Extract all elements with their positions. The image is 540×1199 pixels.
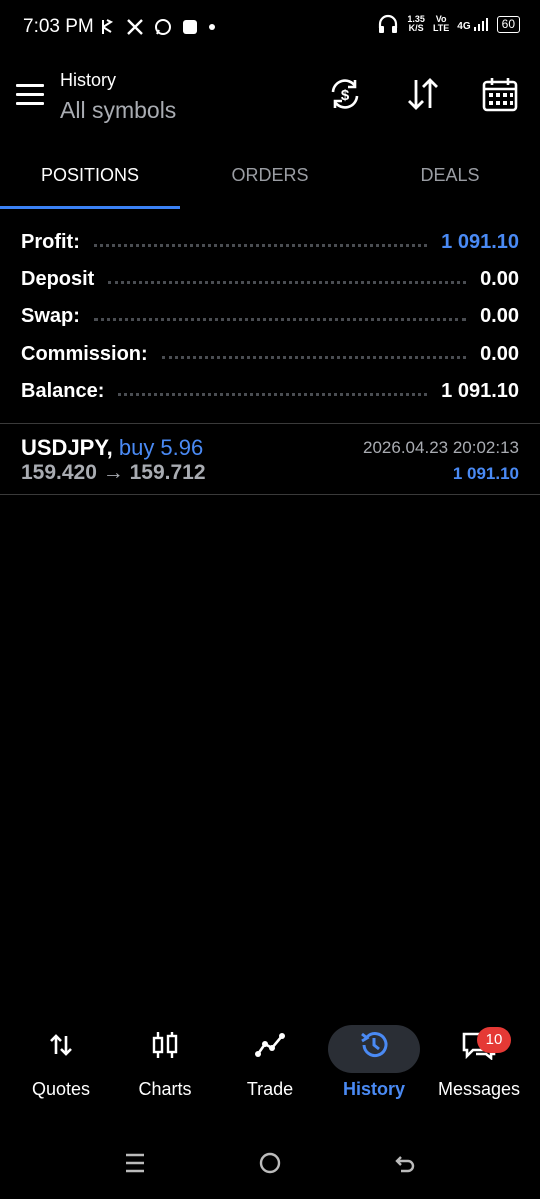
whatsapp-icon (155, 19, 171, 35)
dot-leader (161, 355, 467, 359)
app-square-icon (183, 20, 197, 34)
summary-profit-row: Profit: 1 091.10 (21, 227, 519, 257)
dot-leader (108, 280, 467, 284)
nav-label: Trade (246, 1079, 294, 1099)
summary-value: 1 091.10 (441, 379, 519, 402)
summary-value: 0.00 (480, 304, 519, 327)
summary-label: Deposit (21, 267, 95, 290)
trade-icon (255, 1033, 285, 1057)
candles-icon (152, 1032, 178, 1058)
nav-label: History (342, 1079, 405, 1099)
summary-deposit-row: Deposit 0.00 (21, 264, 519, 294)
open-price: 159.420 (21, 461, 97, 484)
nav-history[interactable]: History (322, 1025, 426, 1105)
dot-leader (93, 243, 428, 247)
dot-leader (93, 317, 467, 321)
dot-leader (118, 392, 428, 396)
tab-deals[interactable]: DEALS (360, 165, 540, 186)
svg-text:$: $ (341, 87, 350, 104)
net-speed-unit: K/S (408, 23, 424, 33)
summary-label: Profit: (21, 230, 80, 253)
status-right: 1.35 K/S Vo LTE 4G 60 (377, 14, 520, 34)
notification-icons (100, 16, 216, 38)
summary-label: Commission: (21, 342, 148, 365)
nav-label: Messages (437, 1079, 521, 1099)
position-symbol-name: USDJPY, (21, 435, 113, 460)
tab-orders[interactable]: ORDERS (180, 165, 360, 186)
close-price: 159.712 (129, 461, 206, 484)
price-arrow: → (102, 461, 124, 484)
home-icon[interactable] (258, 1151, 282, 1175)
nav-trade[interactable]: Trade (218, 1025, 322, 1105)
recent-apps-icon[interactable] (124, 1152, 146, 1174)
nav-quotes[interactable]: Quotes (9, 1025, 113, 1105)
summary-value: 0.00 (480, 267, 519, 290)
back-icon[interactable] (393, 1151, 417, 1175)
x-icon (127, 19, 143, 35)
headphones-icon (379, 14, 398, 33)
tab-positions[interactable]: POSITIONS (0, 165, 180, 186)
quotes-icon (50, 1034, 72, 1056)
summary-label: Swap: (21, 304, 80, 327)
signal-icon (473, 18, 488, 31)
calendar-icon[interactable] (482, 76, 518, 112)
battery-indicator: 60 (496, 15, 520, 33)
history-icon (361, 1032, 388, 1058)
position-time: 2026.04.23 20:02:13 (363, 438, 519, 457)
summary-swap-row: Swap: 0.00 (21, 301, 519, 331)
position-profit: 1 091.10 (452, 464, 519, 483)
symbol-filter[interactable]: All symbols (60, 97, 176, 124)
network-type: 4G (457, 21, 471, 32)
page-title: History (60, 70, 117, 90)
nav-label: Quotes (31, 1079, 91, 1099)
nav-label: Charts (138, 1079, 192, 1099)
summary-commission-row: Commission: 0.00 (21, 339, 519, 369)
summary-value: 1 091.10 (441, 230, 519, 253)
status-time: 7:03 PM (23, 16, 94, 37)
bluetooth-arrow-icon (102, 19, 114, 34)
nav-charts[interactable]: Charts (113, 1025, 217, 1105)
position-symbol: USDJPY, buy 5.96 (21, 435, 203, 461)
net-speed: 1.35 K/S (407, 15, 425, 33)
signal-indicator: 4G (457, 16, 488, 32)
messages-badge: 10 (477, 1027, 511, 1053)
summary-value: 0.00 (480, 342, 519, 365)
position-side: buy 5.96 (118, 435, 204, 460)
divider (0, 494, 540, 495)
sync-currency-icon[interactable]: $ (327, 76, 363, 112)
volte-bottom: LTE (432, 23, 450, 33)
position-prices: 159.420 → 159.712 (21, 461, 206, 485)
active-tab-indicator (0, 206, 180, 209)
volte-indicator: Vo LTE (433, 15, 449, 33)
sort-icon[interactable] (405, 76, 441, 112)
dot-icon (209, 24, 215, 30)
summary-label: Balance: (21, 379, 105, 402)
summary-balance-row: Balance: 1 091.10 (21, 376, 519, 406)
menu-icon[interactable] (16, 84, 44, 108)
